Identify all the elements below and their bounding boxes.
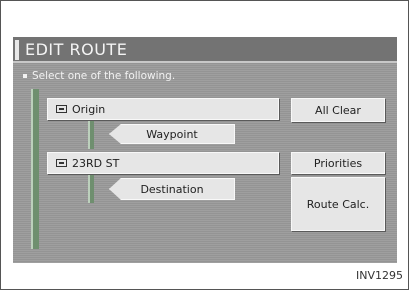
origin-button[interactable]: Origin (47, 98, 279, 120)
figure-code: INV1295 (356, 269, 403, 282)
waypoint-connector (88, 121, 94, 149)
figure-frame: EDIT ROUTE Select one of the following. … (0, 0, 409, 290)
waypoint-label: Waypoint (146, 127, 198, 141)
waypoint-button[interactable]: Waypoint (109, 124, 235, 144)
origin-label: Origin (72, 102, 106, 116)
street-button[interactable]: 23RD ST (47, 152, 279, 174)
priorities-button[interactable]: Priorities (291, 152, 385, 174)
destination-connector (88, 175, 94, 203)
route-calc-button[interactable]: Route Calc. (291, 177, 385, 231)
street-label: 23RD ST (72, 156, 120, 170)
title-bar: EDIT ROUTE (13, 37, 397, 63)
bullet-icon (23, 74, 27, 78)
flag-icon (56, 159, 67, 167)
instruction-label: Select one of the following. (32, 70, 176, 82)
page-title: EDIT ROUTE (25, 40, 128, 59)
nav-screen: EDIT ROUTE Select one of the following. … (13, 37, 397, 263)
destination-label: Destination (140, 182, 204, 196)
flag-icon (56, 105, 67, 113)
all-clear-button[interactable]: All Clear (291, 98, 385, 122)
instruction-text: Select one of the following. (23, 70, 175, 82)
title-accent (15, 40, 19, 60)
route-rail (31, 89, 39, 249)
destination-button[interactable]: Destination (109, 178, 235, 200)
